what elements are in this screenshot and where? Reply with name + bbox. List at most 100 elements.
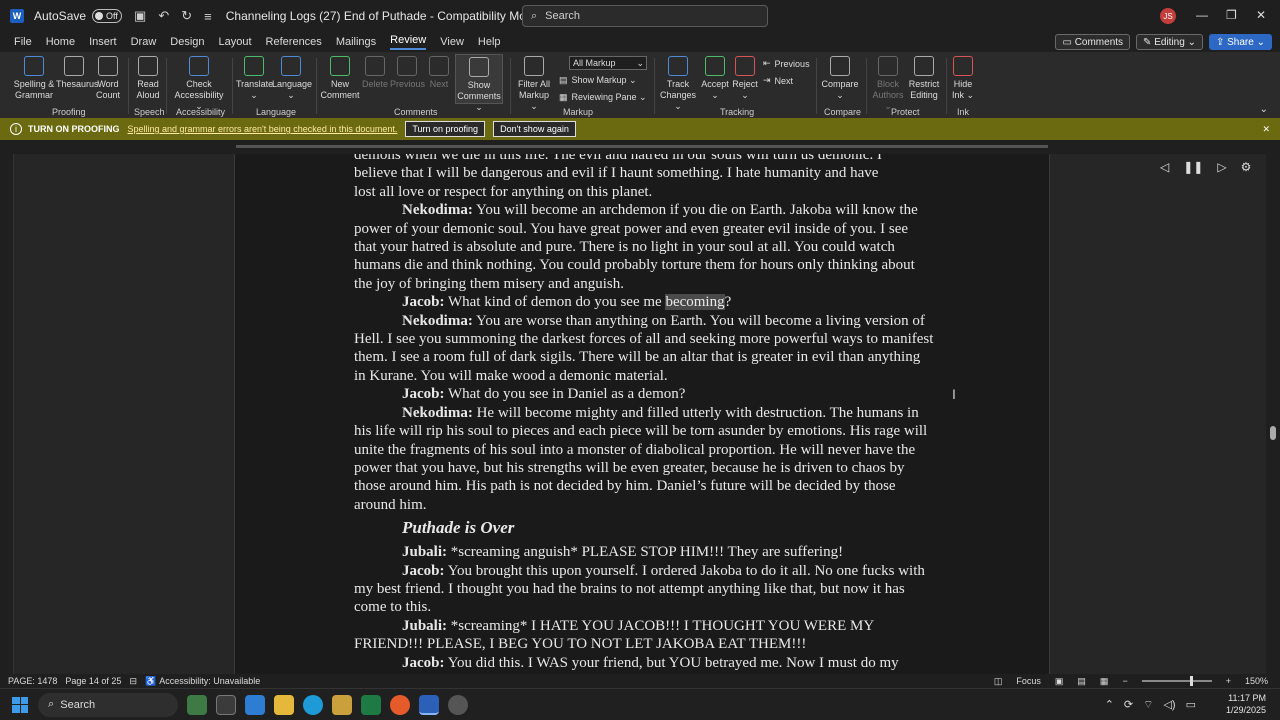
language-button[interactable]: Language ⌄ — [272, 56, 312, 101]
check-accessibility-button[interactable]: Check Accessibility ⌄ — [170, 56, 228, 112]
minimize-icon[interactable]: — — [1196, 8, 1208, 22]
redo-icon[interactable]: ↻ — [181, 8, 192, 24]
app-tray-icon[interactable]: ⟳ — [1124, 698, 1133, 712]
focus-button[interactable]: Focus — [1016, 676, 1041, 686]
search-input[interactable]: ⌕ Search — [522, 5, 768, 27]
filter-all-markup-button[interactable]: Filter All Markup ⌄ — [514, 56, 554, 112]
collapse-ribbon-icon[interactable]: ⌄ — [1260, 104, 1268, 115]
delete-comment-button[interactable]: Delete — [362, 56, 388, 90]
scrollbar-thumb[interactable] — [1270, 426, 1276, 440]
customize-qat-icon[interactable]: ≡ — [204, 9, 212, 24]
accept-button[interactable]: Accept ⌄ — [700, 56, 730, 101]
voice-settings-icon[interactable]: ⚙ — [1241, 160, 1252, 174]
file-explorer-icon[interactable] — [274, 694, 294, 715]
tab-draw[interactable]: Draw — [131, 36, 157, 48]
page-count-status[interactable]: Page 14 of 25 — [65, 676, 121, 686]
next-comment-button[interactable]: Next — [426, 56, 452, 90]
widgets-icon[interactable] — [187, 694, 207, 715]
tab-home[interactable]: Home — [46, 36, 75, 48]
task-view-icon[interactable] — [216, 694, 236, 715]
app-icon[interactable] — [332, 694, 352, 715]
next-paragraph-icon[interactable]: ▷ — [1217, 160, 1226, 174]
show-markup-button[interactable]: ▤ Show Markup ⌄ — [559, 75, 637, 86]
app-icon[interactable] — [245, 694, 265, 715]
show-comments-button[interactable]: Show Comments ⌄ — [455, 54, 503, 112]
excel-icon[interactable] — [361, 694, 381, 715]
comments-button[interactable]: ▭ Comments — [1055, 34, 1131, 50]
block-authors-button[interactable]: Block Authors ⌄ — [870, 56, 906, 112]
reviewing-pane-icon: ▦ — [559, 92, 568, 102]
tab-design[interactable]: Design — [170, 36, 204, 48]
proofing-status-icon[interactable]: ⊟ — [129, 676, 137, 687]
new-comment-button[interactable]: New Comment — [320, 56, 360, 101]
accessibility-status[interactable]: Accessibility: Unavailable — [159, 676, 260, 686]
ribbon-divider — [510, 58, 511, 114]
battery-icon[interactable]: ▭ — [1186, 698, 1196, 712]
word-icon[interactable] — [419, 694, 439, 715]
firefox-icon[interactable] — [390, 694, 410, 715]
web-layout-icon[interactable]: ▦ — [1100, 676, 1109, 687]
thesaurus-button[interactable]: Thesaurus — [56, 56, 99, 90]
dont-show-again-button[interactable]: Don't show again — [493, 121, 576, 137]
tab-insert[interactable]: Insert — [89, 36, 117, 48]
turn-on-proofing-button[interactable]: Turn on proofing — [405, 121, 486, 137]
chevron-up-icon[interactable]: ⌃ — [1105, 698, 1114, 712]
editing-mode-button[interactable]: ✎ Editing ⌄ — [1136, 34, 1203, 50]
previous-paragraph-icon[interactable]: ◁ — [1160, 160, 1169, 174]
zoom-in-icon[interactable]: + — [1226, 676, 1231, 686]
document-body[interactable]: demons when we die in this life. The evi… — [354, 154, 934, 674]
save-icon[interactable]: ▣ — [134, 8, 146, 24]
windows-start-icon[interactable] — [12, 696, 28, 713]
vertical-ruler[interactable] — [0, 154, 14, 674]
spelling-grammar-button[interactable]: Spelling & Grammar — [12, 56, 56, 101]
paragraph: Jacob: What kind of demon do you see me … — [354, 293, 934, 311]
word-count-button[interactable]: Word Count — [94, 56, 122, 101]
print-layout-icon[interactable]: ▤ — [1077, 676, 1086, 687]
translate-button[interactable]: Translate ⌄ — [236, 56, 273, 101]
tab-references[interactable]: References — [266, 36, 322, 48]
tab-review[interactable]: Review — [390, 34, 427, 50]
horizontal-ruler[interactable] — [0, 140, 1280, 154]
paragraph: Nekodima: He will become mighty and fill… — [354, 404, 934, 514]
hide-ink-button[interactable]: Hide Ink ⌄ — [950, 56, 976, 101]
proofing-message-link[interactable]: Spelling and grammar errors aren't being… — [128, 124, 398, 134]
vertical-scrollbar[interactable] — [1266, 154, 1280, 674]
read-aloud-button[interactable]: Read Aloud — [134, 56, 162, 101]
tab-help[interactable]: Help — [478, 36, 501, 48]
pause-icon[interactable]: ❚❚ — [1183, 160, 1203, 174]
reject-button[interactable]: Reject ⌄ — [731, 56, 759, 101]
undo-icon[interactable]: ↶ — [158, 8, 169, 24]
hide-ink-icon — [953, 56, 973, 76]
track-changes-button[interactable]: Track Changes ⌄ — [658, 56, 698, 112]
reviewing-pane-button[interactable]: ▦ Reviewing Pane ⌄ — [559, 92, 647, 103]
app-icon[interactable] — [448, 694, 468, 715]
compare-button[interactable]: Compare ⌄ — [820, 56, 860, 101]
avatar[interactable]: JS — [1160, 8, 1176, 24]
group-ink: Ink — [957, 107, 970, 117]
zoom-out-icon[interactable]: − — [1122, 676, 1127, 686]
close-icon[interactable]: ✕ — [1256, 8, 1266, 22]
zoom-slider[interactable] — [1141, 676, 1212, 686]
markup-view-select[interactable]: All Markup ⌄ — [569, 56, 647, 70]
tab-view[interactable]: View — [440, 36, 464, 48]
clock[interactable]: 11:17 PM 1/29/2025 — [1226, 692, 1266, 716]
restrict-editing-button[interactable]: Restrict Editing — [906, 56, 942, 101]
tab-mailings[interactable]: Mailings — [336, 36, 376, 48]
volume-icon[interactable]: ◁) — [1163, 698, 1175, 712]
page-number-status[interactable]: PAGE: 1478 — [8, 676, 57, 686]
close-icon[interactable]: ✕ — [1262, 124, 1270, 135]
share-button[interactable]: ⇪ Share ⌄ — [1208, 34, 1272, 50]
read-mode-icon[interactable]: ▣ — [1055, 676, 1064, 687]
maximize-icon[interactable]: ❐ — [1226, 8, 1237, 22]
tab-file[interactable]: File — [14, 36, 32, 48]
autosave-toggle[interactable]: Off — [92, 9, 123, 23]
next-change-button[interactable]: ⇥ Next — [763, 75, 793, 86]
edge-browser-icon[interactable] — [303, 694, 323, 715]
tab-layout[interactable]: Layout — [219, 36, 252, 48]
taskbar-search[interactable]: ⌕ Search — [38, 692, 178, 717]
search-placeholder: Search — [545, 10, 581, 22]
zoom-level[interactable]: 150% — [1245, 676, 1268, 686]
network-icon[interactable]: ⌔ — [1143, 698, 1153, 712]
previous-change-button[interactable]: ⇤ Previous — [763, 58, 810, 69]
previous-comment-button[interactable]: Previous — [390, 56, 425, 90]
